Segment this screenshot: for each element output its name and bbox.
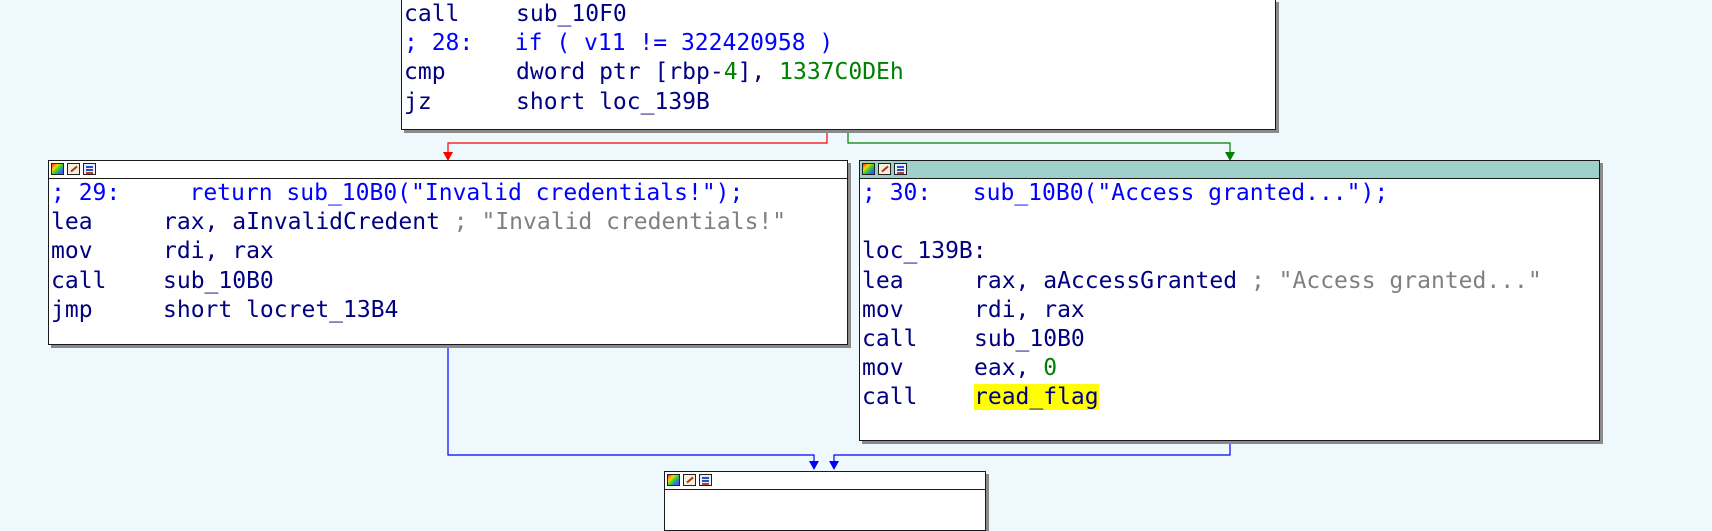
operands-tail: ], (737, 59, 780, 86)
instruction-line[interactable]: mov eax, 0 (862, 354, 1599, 383)
instruction-line[interactable]: jmp short locret_13B4 (51, 296, 847, 325)
mnemonic: call (862, 384, 918, 411)
edge-true-branch (847, 128, 1231, 158)
edge-fail-arrowhead (809, 461, 819, 470)
operands: eax, (974, 355, 1044, 382)
code-label[interactable]: loc_139B: (862, 238, 987, 264)
basic-block-compare[interactable]: call sub_10F0 ; 28: if ( v11 != 322420958… (401, 0, 1276, 130)
block-header[interactable] (49, 161, 847, 179)
edge-fail-to-exit (447, 345, 815, 467)
edit-icon[interactable] (878, 163, 891, 175)
operands[interactable]: short loc_139B (516, 89, 710, 115)
instruction-line[interactable]: mov rdi, rax (862, 296, 1599, 325)
string-comment: ; "Invalid credentials!" (453, 209, 787, 236)
operands[interactable]: rax, aInvalidCredent (163, 209, 454, 235)
operands[interactable]: sub_10F0 (516, 1, 627, 27)
edge-success-arrowhead (829, 461, 839, 470)
graph-overview-icon[interactable] (894, 163, 907, 175)
graph-overview-icon[interactable] (699, 474, 712, 486)
highlighted-symbol-read-flag[interactable]: read_flag (974, 384, 1099, 411)
pseudocode-comment-line[interactable]: ; 28: if ( v11 != 322420958 ) (404, 29, 1275, 58)
string-comment: ; "Access granted..." (1250, 267, 1542, 294)
label-line[interactable]: loc_139B: (862, 237, 1599, 266)
instruction-line[interactable]: call sub_10F0 (404, 0, 1275, 29)
edge-false-branch (447, 128, 828, 158)
operands[interactable]: sub_10B0 (974, 326, 1085, 352)
comment-text: ; 28: if ( v11 != 322420958 ) (404, 30, 834, 57)
mnemonic: call (51, 267, 107, 294)
palette-icon[interactable] (667, 474, 680, 486)
immediate-value: 0 (1043, 355, 1058, 382)
basic-block-access-granted[interactable]: ; 30: sub_10B0("Access granted..."); loc… (859, 160, 1600, 441)
graph-view-canvas[interactable]: call sub_10F0 ; 28: if ( v11 != 322420958… (0, 0, 1712, 531)
mnemonic: call (404, 1, 460, 27)
operands[interactable]: rax, aAccessGranted (974, 268, 1251, 294)
immediate-value[interactable]: 1337C0DEh (779, 59, 904, 85)
block-header[interactable] (665, 472, 985, 490)
operands[interactable]: dword ptr [rbp- (516, 59, 724, 85)
operands[interactable]: rdi, rax (163, 238, 274, 264)
mnemonic: cmp (404, 59, 446, 86)
operands[interactable]: rdi, rax (974, 297, 1085, 323)
block-lines: ; 29: return sub_10B0("Invalid credentia… (49, 179, 847, 325)
mnemonic: lea (51, 209, 93, 236)
mnemonic: mov (862, 296, 904, 323)
block-header[interactable] (860, 161, 1599, 179)
mnemonic: jmp (51, 296, 93, 323)
mnemonic: call (862, 325, 918, 352)
immediate-value: 4 (723, 59, 738, 86)
instruction-line[interactable]: lea rax, aAccessGranted ; "Access granted… (862, 267, 1599, 296)
edge-success-to-exit (833, 440, 1231, 467)
instruction-line[interactable]: lea rax, aInvalidCredent ; "Invalid crede… (51, 208, 847, 237)
instruction-line[interactable]: call read_flag (862, 383, 1599, 412)
edit-icon[interactable] (67, 163, 80, 175)
graph-overview-icon[interactable] (83, 163, 96, 175)
mnemonic: mov (51, 238, 93, 265)
operands[interactable]: short locret_13B4 (163, 297, 398, 323)
instruction-line[interactable]: cmp dword ptr [rbp-4], 1337C0DEh (404, 58, 1275, 87)
palette-icon[interactable] (51, 163, 64, 175)
instruction-line[interactable]: mov rdi, rax (51, 237, 847, 266)
palette-icon[interactable] (862, 163, 875, 175)
instruction-line[interactable]: call sub_10B0 (51, 267, 847, 296)
block-lines: ; 30: sub_10B0("Access granted..."); loc… (860, 179, 1599, 413)
basic-block-invalid-credentials[interactable]: ; 29: return sub_10B0("Invalid credentia… (48, 160, 848, 345)
instruction-line[interactable]: call sub_10B0 (862, 325, 1599, 354)
mnemonic: mov (862, 355, 904, 382)
comment-text: ; 30: sub_10B0("Access granted..."); (862, 180, 1389, 206)
instruction-line[interactable]: jz short loc_139B (404, 88, 1275, 117)
block-lines: call sub_10F0 ; 28: if ( v11 != 322420958… (402, 0, 1275, 117)
operands[interactable]: sub_10B0 (163, 268, 274, 294)
pseudocode-comment-line[interactable]: ; 29: return sub_10B0("Invalid credentia… (51, 179, 847, 208)
edit-icon[interactable] (683, 474, 696, 486)
pseudocode-comment-line[interactable]: ; 30: sub_10B0("Access granted..."); (862, 179, 1599, 208)
mnemonic: lea (862, 267, 904, 294)
mnemonic: jz (404, 88, 432, 115)
comment-text: ; 29: return sub_10B0("Invalid credentia… (51, 180, 744, 206)
basic-block-exit[interactable] (664, 471, 986, 531)
